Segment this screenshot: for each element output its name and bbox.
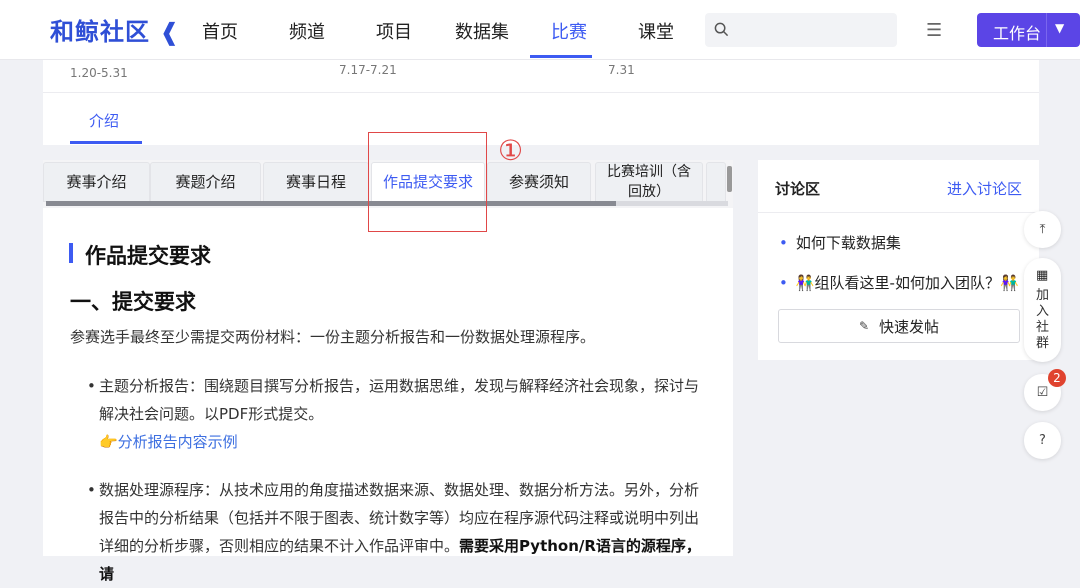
nav-project[interactable]: 项目 <box>376 18 412 44</box>
calendar-check-icon: ☑ <box>1036 385 1049 400</box>
nav-channel[interactable]: 频道 <box>289 18 325 44</box>
section-subheading: 一、提交要求 <box>70 290 196 314</box>
annotation-highlight-box <box>368 132 487 232</box>
search-input[interactable] <box>705 13 897 47</box>
discussion-item[interactable]: • 👫组队看这里-如何加入团队？👫 <box>779 272 1019 293</box>
notification-badge: 2 <box>1048 369 1066 387</box>
discussion-panel: 讨论区 进入讨论区 • 如何下载数据集 • 👫组队看这里-如何加入团队？👫 ✎ 快速… <box>758 160 1039 360</box>
top-navigation-bar: 和鲸社区 ❰ 首页 频道 项目 数据集 比赛 课堂 ☰ 工作台 ▼ <box>0 0 1080 60</box>
nav-active-indicator <box>530 55 592 58</box>
tab-training-replay[interactable]: 比赛培训（含回放） <box>595 162 703 202</box>
nav-classroom[interactable]: 课堂 <box>638 18 674 44</box>
discussion-item[interactable]: • 如何下载数据集 <box>779 232 901 253</box>
section-heading: 作品提交要求 <box>85 244 211 268</box>
tab-intro[interactable]: 介绍 <box>89 110 119 131</box>
nav-home[interactable]: 首页 <box>202 18 238 44</box>
help-icon: ? <box>1039 433 1046 448</box>
tab-scrollbar-vertical[interactable] <box>727 166 732 192</box>
help-button[interactable]: ? <box>1024 422 1061 459</box>
quick-post-button[interactable]: ✎ 快速发帖 <box>778 309 1020 343</box>
discussion-title: 讨论区 <box>775 180 821 198</box>
qrcode-icon: ▦ <box>1036 268 1049 283</box>
logo[interactable]: 和鲸社区 ❰ <box>50 12 180 47</box>
join-group-button[interactable]: ▦ 加入社群 <box>1024 258 1061 362</box>
intro-paragraph: 参赛选手最终至少需提交两份材料：一份主题分析报告和一份数据处理源程序。 <box>70 328 596 346</box>
timeline-date: 7.31 <box>608 63 635 77</box>
annotation-number: ① <box>498 134 524 167</box>
tab-problem-intro[interactable]: 赛题介绍 <box>150 162 261 202</box>
tab-schedule[interactable]: 赛事日程 <box>263 162 369 202</box>
nav-dataset[interactable]: 数据集 <box>455 18 509 44</box>
workbench-button[interactable]: 工作台 ▼ <box>977 13 1080 47</box>
menu-icon[interactable]: ☰ <box>926 20 942 41</box>
tab-competition-intro[interactable]: 赛事介绍 <box>43 162 150 202</box>
intro-tab-indicator <box>70 141 142 144</box>
arrow-up-icon: ⤒ <box>1039 222 1046 237</box>
search-icon <box>714 22 729 37</box>
chevron-down-icon[interactable]: ▼ <box>1055 21 1064 35</box>
edit-icon: ✎ <box>858 319 870 333</box>
timeline-date: 7.17-7.21 <box>339 63 397 77</box>
enter-discussion-link[interactable]: 进入讨论区 <box>947 178 1022 199</box>
report-example-link[interactable]: 👉分析报告内容示例 <box>99 428 709 456</box>
tab-participant-notes[interactable]: 参赛须知 <box>487 162 591 202</box>
nav-competition[interactable]: 比赛 <box>551 18 587 44</box>
competition-timeline-area: 1.20-5.31 7.17-7.21 7.31 介绍 <box>43 60 1039 145</box>
tab-overflow[interactable] <box>706 162 726 202</box>
back-to-top-button[interactable]: ⤒ <box>1024 211 1061 248</box>
timeline-date: 1.20-5.31 <box>70 66 128 80</box>
